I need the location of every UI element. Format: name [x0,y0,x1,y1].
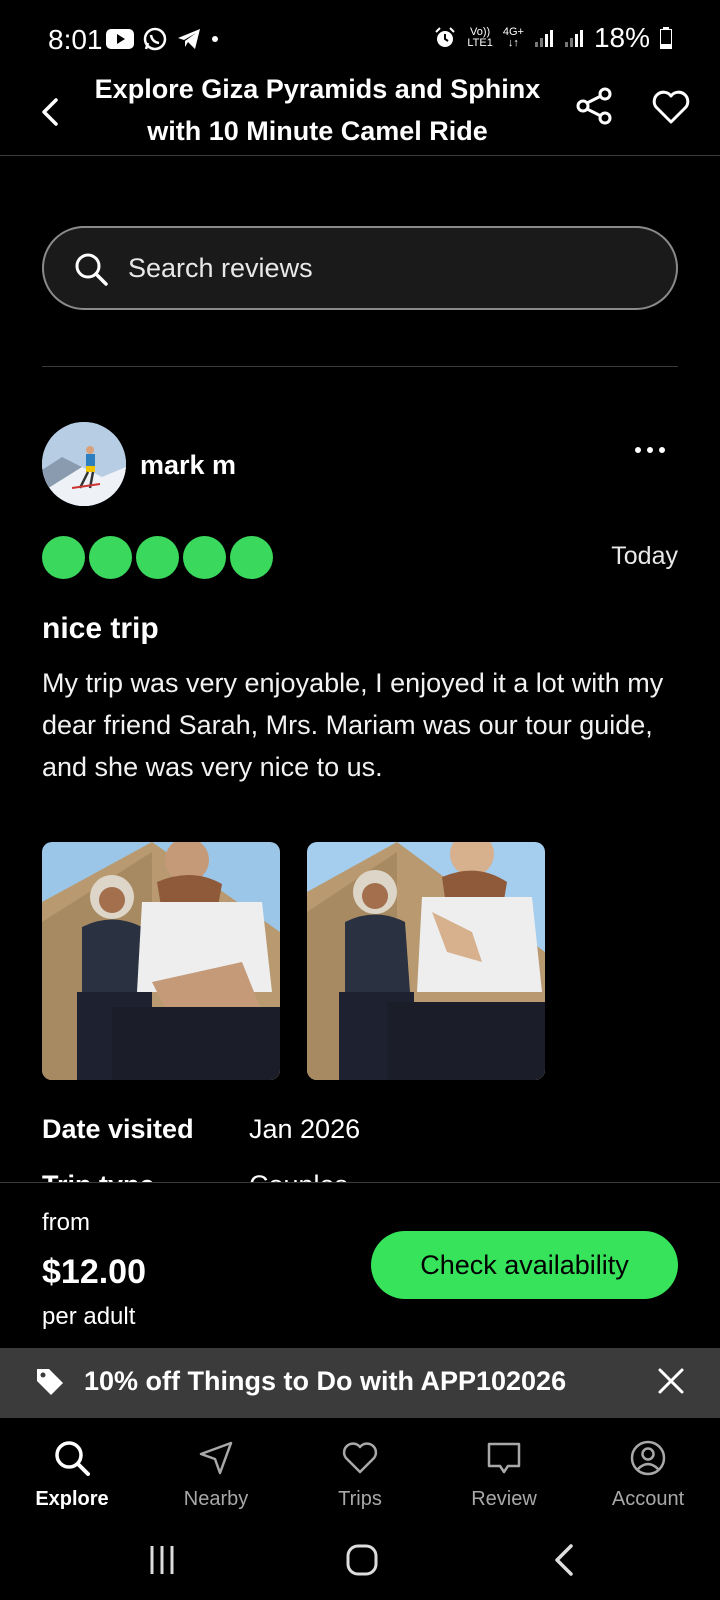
system-status: Vo)) LTE1 4G+ ↓↑ 18% [433,22,672,54]
rating-bubble [42,536,85,579]
rating-bubble [136,536,179,579]
price: $12.00 [42,1253,146,1291]
notification-icons [106,26,220,52]
search-input[interactable] [128,228,648,308]
youtube-icon [106,29,134,49]
whatsapp-icon [143,27,167,51]
heart-icon [342,1442,378,1474]
review-date: Today [611,542,678,570]
close-icon[interactable] [656,1366,686,1396]
telegram-icon [178,29,200,49]
rating-bubble [183,536,226,579]
status-time: 8:01 [48,24,103,55]
reviewer-name[interactable]: mark m [140,450,236,481]
promo-banner[interactable]: 10% off Things to Do with APP102026 [0,1348,720,1418]
search-icon [75,253,108,286]
bottom-nav: Explore Nearby Trips Review Account [0,1418,720,1518]
share-button[interactable] [575,86,615,126]
avatar[interactable] [42,422,126,506]
price-unit: per adult [42,1303,136,1330]
system-back-button[interactable] [545,1540,585,1580]
network-label: Vo)) LTE1 [467,26,493,49]
system-nav-bar [0,1518,720,1600]
divider [42,366,678,367]
nav-label: Account [611,1488,685,1510]
nav-label: Nearby [183,1488,249,1510]
date-visited-label: Date visited [42,1114,194,1144]
recent-apps-button[interactable] [142,1540,182,1580]
nav-nearby[interactable]: Nearby [144,1418,288,1518]
avatar-image [42,422,126,506]
nav-review[interactable]: Review [432,1418,576,1518]
promo-text: 10% off Things to Do with APP102026 [84,1366,567,1396]
nav-label: Trips [338,1488,382,1510]
search-icon [55,1441,90,1476]
back-button[interactable] [30,88,70,136]
review-photo[interactable] [42,842,280,1080]
nav-label: Review [471,1488,537,1510]
favorite-button[interactable] [650,86,692,128]
review-icon [487,1442,521,1474]
nav-label: Explore [35,1488,109,1510]
signal-icon-2 [564,30,583,47]
navigation-icon [199,1441,233,1475]
battery-icon [660,27,672,49]
price-from-label: from [42,1209,90,1236]
rating-bubble [230,536,273,579]
tag-icon [37,1369,63,1395]
check-availability-button[interactable]: Check availability [371,1231,678,1299]
signal-icon [534,30,553,47]
header: Explore Giza Pyramids and Sphinx with 10… [0,68,720,156]
nav-account[interactable]: Account [576,1418,720,1518]
dot-icon [212,36,218,42]
review-text: My trip was very enjoyable, I enjoyed it… [42,668,664,782]
home-button[interactable] [342,1540,382,1580]
nav-explore[interactable]: Explore [0,1418,144,1518]
nav-trips[interactable]: Trips [288,1418,432,1518]
date-visited-value: Jan 2026 [249,1114,361,1144]
more-options-button[interactable] [630,440,670,460]
rating-bubble [89,536,132,579]
booking-bar: from $12.00 per adult Check availability [0,1182,720,1348]
page-title: Explore Giza Pyramids and Sphinx with 10… [94,74,541,146]
rating-bubbles [42,536,273,579]
battery-percent: 18% [593,22,650,53]
network-label-2: 4G+ ↓↑ [502,26,524,49]
review-title: nice trip [42,612,159,645]
alarm-icon [435,27,456,47]
account-icon [630,1440,666,1476]
search-bar[interactable] [42,226,678,310]
review-photo[interactable] [307,842,545,1080]
